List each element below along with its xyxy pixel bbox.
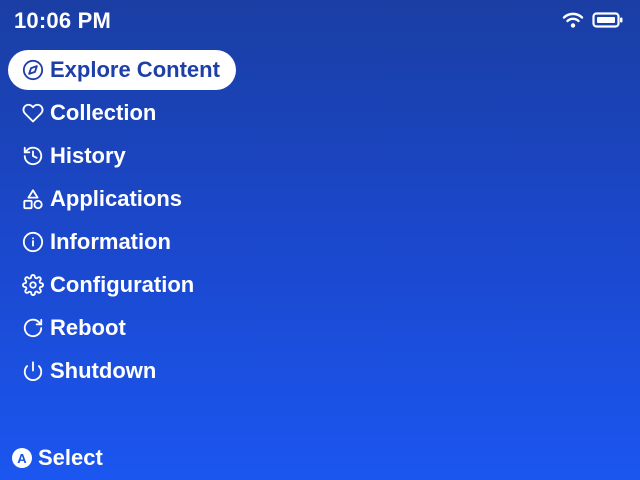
- menu-item-label: History: [50, 143, 126, 168]
- menu-item-configuration[interactable]: Configuration: [8, 265, 210, 305]
- info-icon: [20, 229, 46, 255]
- menu-item-label: Information: [50, 229, 171, 254]
- menu-item-collection[interactable]: Collection: [8, 93, 172, 133]
- menu-item-label: Configuration: [50, 272, 195, 297]
- compass-icon: [20, 57, 46, 83]
- menu-row: Explore Content: [8, 50, 348, 93]
- wifi-icon: [562, 11, 584, 34]
- menu-item-history[interactable]: History: [8, 136, 142, 176]
- menu-item-applications[interactable]: Applications: [8, 179, 198, 219]
- menu-row: Shutdown: [8, 351, 348, 394]
- select-hint-label: Select: [38, 445, 103, 470]
- menu-item-shutdown[interactable]: Shutdown: [8, 351, 172, 391]
- gear-icon: [20, 272, 46, 298]
- menu-row: Applications: [8, 179, 348, 222]
- power-icon: [20, 358, 46, 384]
- menu-item-label: Shutdown: [50, 358, 157, 383]
- heart-icon: [20, 100, 46, 126]
- menu-row: Configuration: [8, 265, 348, 308]
- clock: 10:06 PM: [14, 8, 111, 33]
- menu-item-label: Collection: [50, 100, 157, 125]
- battery-icon: [592, 11, 624, 34]
- menu-row: Collection: [8, 93, 348, 136]
- menu-item-label: Explore Content: [50, 57, 220, 82]
- button-hint-bar: A Select: [12, 444, 103, 472]
- menu-item-information[interactable]: Information: [8, 222, 187, 262]
- main-menu: Explore Content Collection History Appli…: [8, 50, 348, 394]
- menu-item-label: Reboot: [50, 315, 126, 340]
- menu-row: Reboot: [8, 308, 348, 351]
- menu-row: History: [8, 136, 348, 179]
- menu-item-reboot[interactable]: Reboot: [8, 308, 142, 348]
- menu-row: Information: [8, 222, 348, 265]
- a-button-icon: A: [12, 448, 32, 468]
- history-icon: [20, 143, 46, 169]
- status-bar: 10:06 PM: [0, 0, 640, 44]
- refresh-icon: [20, 315, 46, 341]
- status-icons: [562, 10, 624, 34]
- menu-item-explore-content[interactable]: Explore Content: [8, 50, 236, 90]
- shapes-icon: [20, 186, 46, 212]
- menu-item-label: Applications: [50, 186, 183, 211]
